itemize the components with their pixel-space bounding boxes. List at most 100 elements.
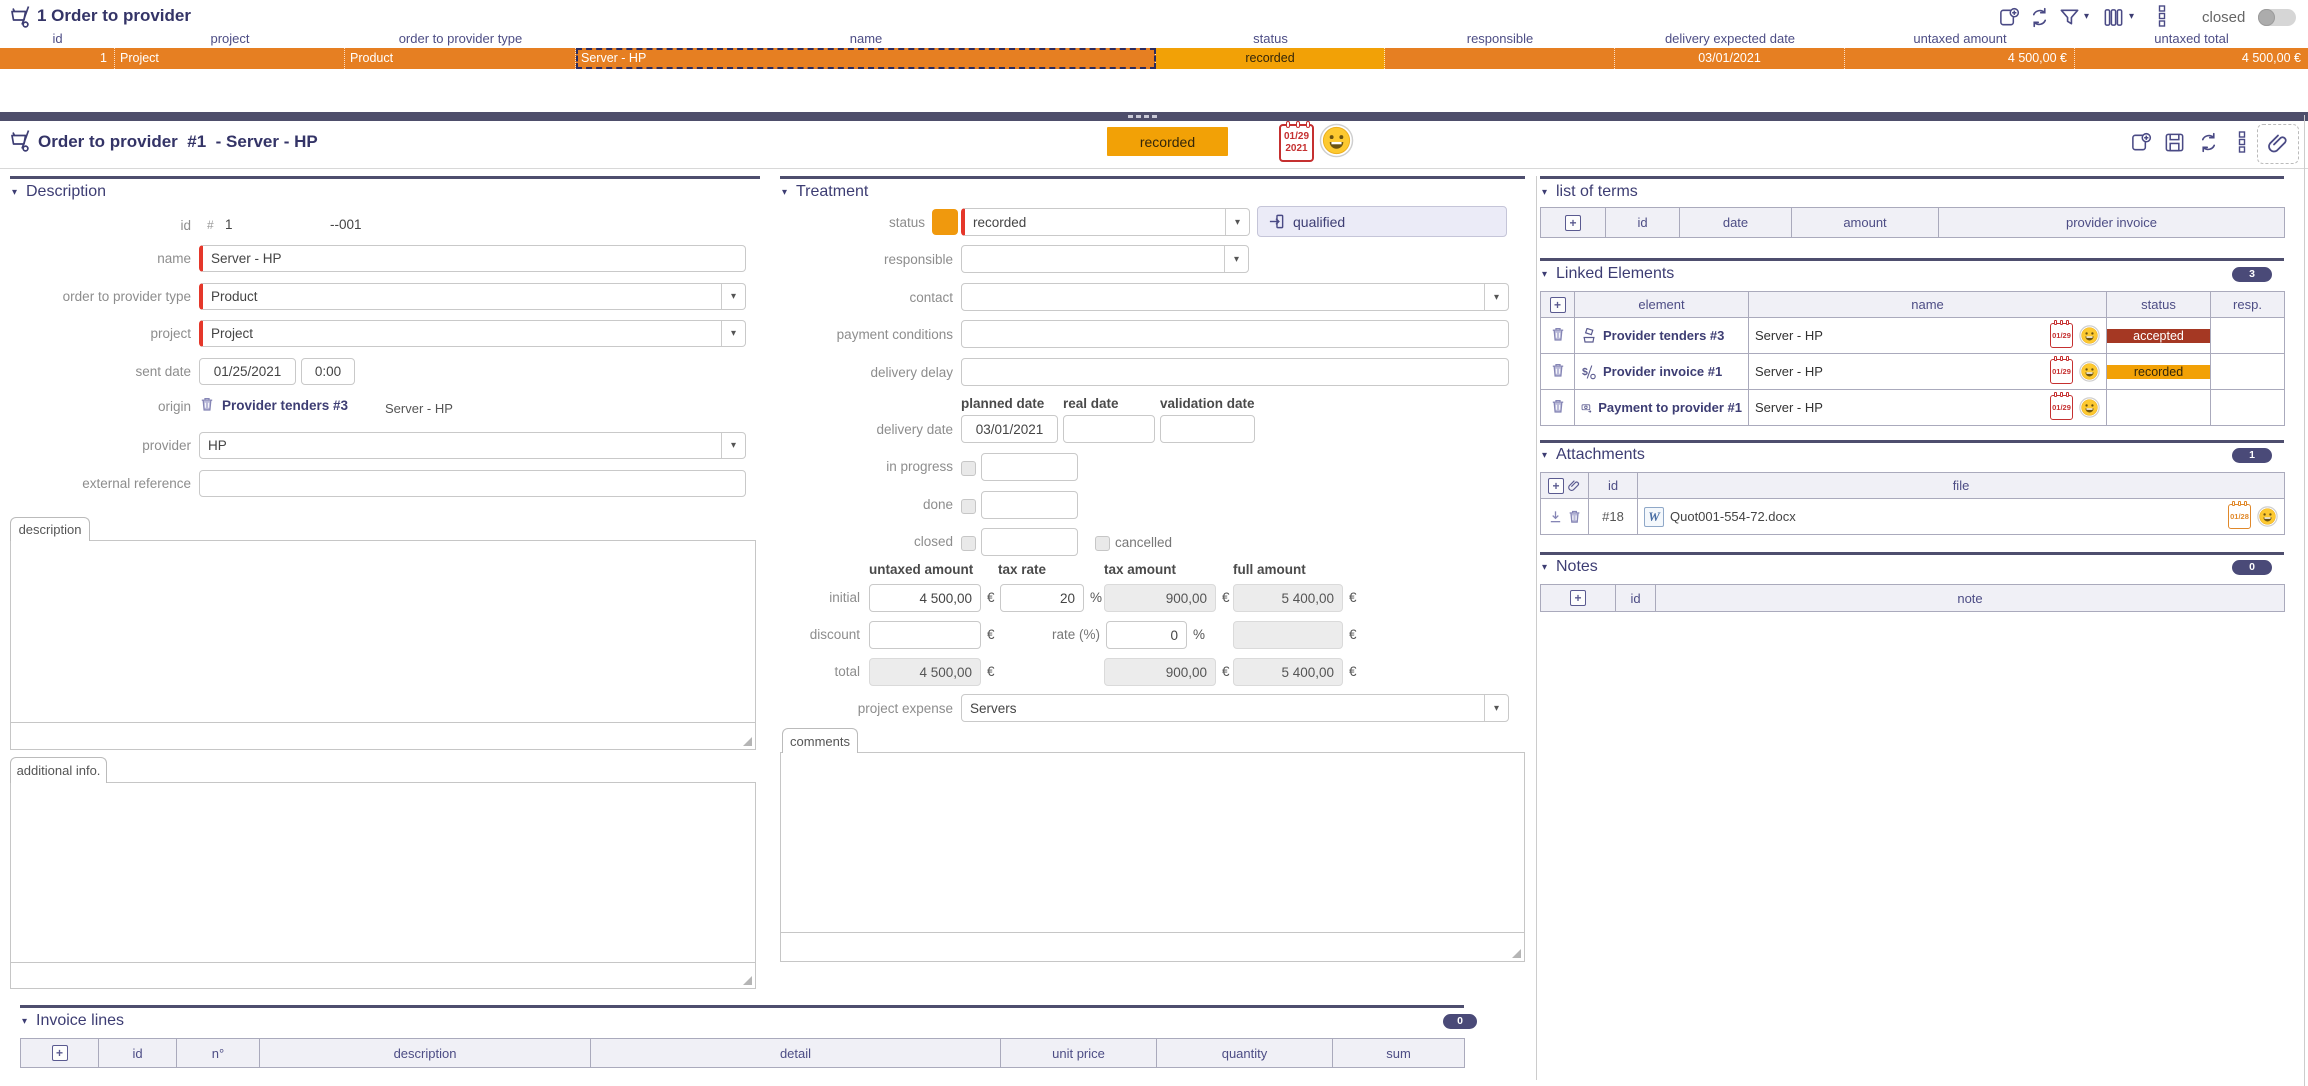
collapse-caret-icon[interactable]: ▾	[1542, 187, 1547, 198]
initial-untaxed-input[interactable]: 4 500,00	[869, 584, 981, 612]
add-row-button[interactable]: +	[1550, 297, 1566, 313]
add-term-cell[interactable]: +	[1541, 208, 1606, 238]
column-header-status[interactable]: status	[1156, 30, 1385, 48]
column-header-delivery[interactable]: delivery expected date	[1615, 30, 1845, 48]
add-row-button[interactable]: +	[1565, 215, 1581, 231]
save-button[interactable]	[2163, 131, 2186, 159]
linked-row[interactable]: Payment to provider #1 Server - HP01/29	[1541, 390, 2285, 426]
delete-cell[interactable]	[1541, 390, 1575, 426]
row-cell-status[interactable]: recorded	[1156, 48, 1385, 69]
splitter-grip[interactable]	[1128, 115, 1157, 118]
chevron-down-icon[interactable]: ▾	[1484, 695, 1508, 721]
comments-input[interactable]	[780, 932, 1525, 962]
responsible-select[interactable]: ▾	[961, 245, 1249, 273]
description-textarea[interactable]	[10, 540, 756, 723]
row-cell-responsible[interactable]	[1385, 48, 1615, 69]
file-link[interactable]: Quot001-554-72.docx	[1670, 509, 1796, 524]
element-link[interactable]: Provider invoice #1	[1603, 364, 1722, 379]
chevron-down-icon[interactable]: ▾	[1225, 209, 1249, 235]
filter-caret-icon[interactable]: ▾	[2084, 11, 2089, 22]
status-select[interactable]: recorded▾	[961, 208, 1250, 236]
description-tab[interactable]: description	[10, 517, 90, 541]
linked-section-title[interactable]: Linked Elements	[1556, 265, 1674, 283]
chevron-down-icon[interactable]: ▾	[721, 321, 745, 346]
chevron-down-icon[interactable]: ▾	[721, 284, 745, 309]
add-row-button[interactable]: +	[1570, 590, 1586, 606]
origin-delete-button[interactable]	[199, 396, 215, 417]
chevron-down-icon[interactable]: ▾	[1484, 284, 1508, 310]
provider-select[interactable]: HP▾	[199, 432, 746, 459]
column-header-type[interactable]: order to provider type	[345, 30, 576, 48]
column-header-untaxed-amount[interactable]: untaxed amount	[1845, 30, 2075, 48]
download-icon[interactable]	[1548, 509, 1563, 524]
project-select[interactable]: Project▾	[199, 320, 746, 347]
delivery-delay-input[interactable]	[961, 358, 1509, 386]
row-cell-name-selected[interactable]: Server - HP	[576, 48, 1156, 69]
columns-caret-icon[interactable]: ▾	[2129, 11, 2134, 22]
add-button[interactable]	[2130, 131, 2153, 159]
more-menu-icon[interactable]	[2158, 4, 2166, 33]
row-cell-project[interactable]: Project	[115, 48, 345, 69]
project-expense-select[interactable]: Servers▾	[961, 694, 1509, 722]
column-header-project[interactable]: project	[115, 30, 345, 48]
sent-date-input[interactable]: 01/25/2021	[199, 358, 296, 385]
linked-row[interactable]: Provider tenders #3 Server - HP01/29 acc…	[1541, 318, 2285, 354]
attachment-row[interactable]: #18 WQuot001-554-72.docx01/28	[1541, 499, 2285, 535]
add-linked-cell[interactable]: +	[1541, 292, 1575, 318]
contact-select[interactable]: ▾	[961, 283, 1509, 311]
closed-date-input[interactable]	[981, 528, 1078, 556]
trash-icon[interactable]	[1567, 509, 1582, 524]
done-date-input[interactable]	[981, 491, 1078, 519]
delivery-planned-input[interactable]: 03/01/2021	[961, 415, 1058, 443]
additional-info-input[interactable]	[10, 962, 756, 989]
cancelled-checkbox[interactable]	[1095, 536, 1110, 551]
done-checkbox[interactable]	[961, 499, 976, 514]
chevron-down-icon[interactable]: ▾	[721, 433, 745, 458]
in-progress-checkbox[interactable]	[961, 461, 976, 476]
initial-tax-rate-input[interactable]: 20	[1000, 584, 1084, 612]
attachments-section-title[interactable]: Attachments	[1556, 446, 1645, 464]
terms-section-title[interactable]: list of terms	[1556, 183, 1638, 201]
delivery-validation-input[interactable]	[1160, 415, 1255, 443]
origin-link[interactable]: Provider tenders #3	[222, 398, 348, 413]
element-link[interactable]: Provider tenders #3	[1603, 328, 1724, 343]
additional-info-tab[interactable]: additional info.	[10, 757, 107, 783]
description-section-title[interactable]: Description	[26, 183, 106, 201]
column-header-untaxed-total[interactable]: untaxed total	[2075, 30, 2308, 48]
collapse-caret-icon[interactable]: ▾	[22, 1016, 27, 1027]
closed-toggle[interactable]	[2258, 9, 2296, 26]
discount-rate-input[interactable]: 0	[1106, 621, 1187, 649]
sent-time-input[interactable]: 0:00	[301, 358, 355, 385]
name-input[interactable]: Server - HP	[199, 245, 746, 272]
chevron-down-icon[interactable]: ▾	[1224, 246, 1248, 272]
attach-file-button[interactable]	[2257, 124, 2299, 164]
row-cell-id[interactable]: 1	[0, 48, 115, 69]
more-menu-icon[interactable]	[2238, 130, 2246, 159]
comments-textarea[interactable]	[780, 752, 1525, 933]
resize-handle[interactable]	[743, 737, 752, 746]
invoice-lines-section-title[interactable]: Invoice lines	[36, 1012, 124, 1030]
delivery-real-input[interactable]	[1063, 415, 1155, 443]
payment-conditions-input[interactable]	[961, 320, 1509, 348]
additional-info-textarea[interactable]	[10, 782, 756, 963]
delete-cell[interactable]	[1541, 354, 1575, 390]
add-row-button[interactable]: +	[52, 1045, 68, 1061]
resize-handle[interactable]	[743, 976, 752, 985]
delete-cell[interactable]	[1541, 318, 1575, 354]
qualified-button[interactable]: qualified	[1257, 206, 1507, 237]
element-link[interactable]: Payment to provider #1	[1598, 400, 1742, 415]
refresh-button[interactable]	[2197, 131, 2220, 159]
row-cell-untaxed-amount[interactable]: 4 500,00 €	[1845, 48, 2075, 69]
collapse-caret-icon[interactable]: ▾	[1542, 269, 1547, 280]
discount-untaxed-input[interactable]	[869, 621, 981, 649]
add-invoice-line-cell[interactable]: +	[21, 1039, 99, 1068]
collapse-caret-icon[interactable]: ▾	[782, 187, 787, 198]
treatment-section-title[interactable]: Treatment	[796, 183, 868, 201]
row-cell-delivery[interactable]: 03/01/2021	[1615, 48, 1845, 69]
collapse-caret-icon[interactable]: ▾	[12, 187, 17, 198]
description-input[interactable]	[10, 722, 756, 750]
toggle-knob[interactable]	[2258, 9, 2275, 26]
order-row[interactable]: 1 Project Product Server - HP recorded 0…	[0, 48, 2308, 69]
collapse-caret-icon[interactable]: ▾	[1542, 562, 1547, 573]
in-progress-date-input[interactable]	[981, 453, 1078, 481]
